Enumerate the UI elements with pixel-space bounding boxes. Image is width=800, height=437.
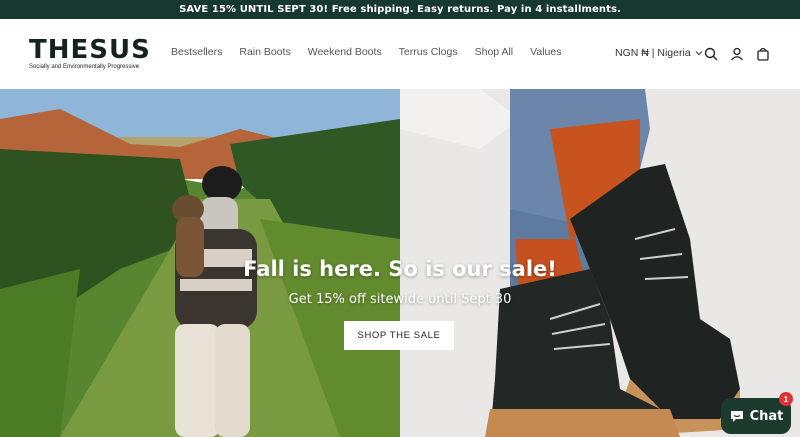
logo[interactable]: THESUS Socially and Environmentally Prog… <box>29 37 154 70</box>
shop-the-sale-button[interactable]: SHOP THE SALE <box>344 321 454 350</box>
nav-item-rain-boots[interactable]: Rain Boots <box>239 46 290 58</box>
locale-label: NGN ₦ | Nigeria <box>615 47 691 59</box>
chat-bubble-icon <box>730 410 743 422</box>
nav-item-terrus-clogs[interactable]: Terrus Clogs <box>399 46 458 58</box>
chat-label: Chat <box>749 408 784 424</box>
announcement-bar: SAVE 15% UNTIL SEPT 30! Free shipping. E… <box>0 0 800 19</box>
chat-unread-badge: 1 <box>779 392 793 406</box>
nav-item-values[interactable]: Values <box>530 46 561 58</box>
site-header: THESUS Socially and Environmentally Prog… <box>0 19 800 89</box>
nav-item-bestsellers[interactable]: Bestsellers <box>171 46 222 58</box>
locale-selector[interactable]: NGN ₦ | Nigeria <box>615 47 703 59</box>
search-icon[interactable] <box>703 46 719 62</box>
chevron-down-icon <box>695 51 703 56</box>
nav-item-weekend-boots[interactable]: Weekend Boots <box>308 46 382 58</box>
account-icon[interactable] <box>729 46 745 62</box>
hero-banner: Fall is here. So is our sale! Get 15% of… <box>0 89 800 437</box>
logo-tagline: Socially and Environmentally Progressive <box>29 64 140 70</box>
announcement-text: SAVE 15% UNTIL SEPT 30! Free shipping. E… <box>179 4 621 15</box>
hero-subtitle: Get 15% off sitewide until Sept 30 <box>288 292 512 307</box>
logo-wordmark: THESUS <box>29 35 151 65</box>
main-nav: Bestsellers Rain Boots Weekend Boots Ter… <box>171 46 578 58</box>
hero-title: Fall is here. So is our sale! <box>243 257 557 281</box>
nav-item-shop-all[interactable]: Shop All <box>475 46 514 58</box>
cart-icon[interactable] <box>755 46 771 62</box>
